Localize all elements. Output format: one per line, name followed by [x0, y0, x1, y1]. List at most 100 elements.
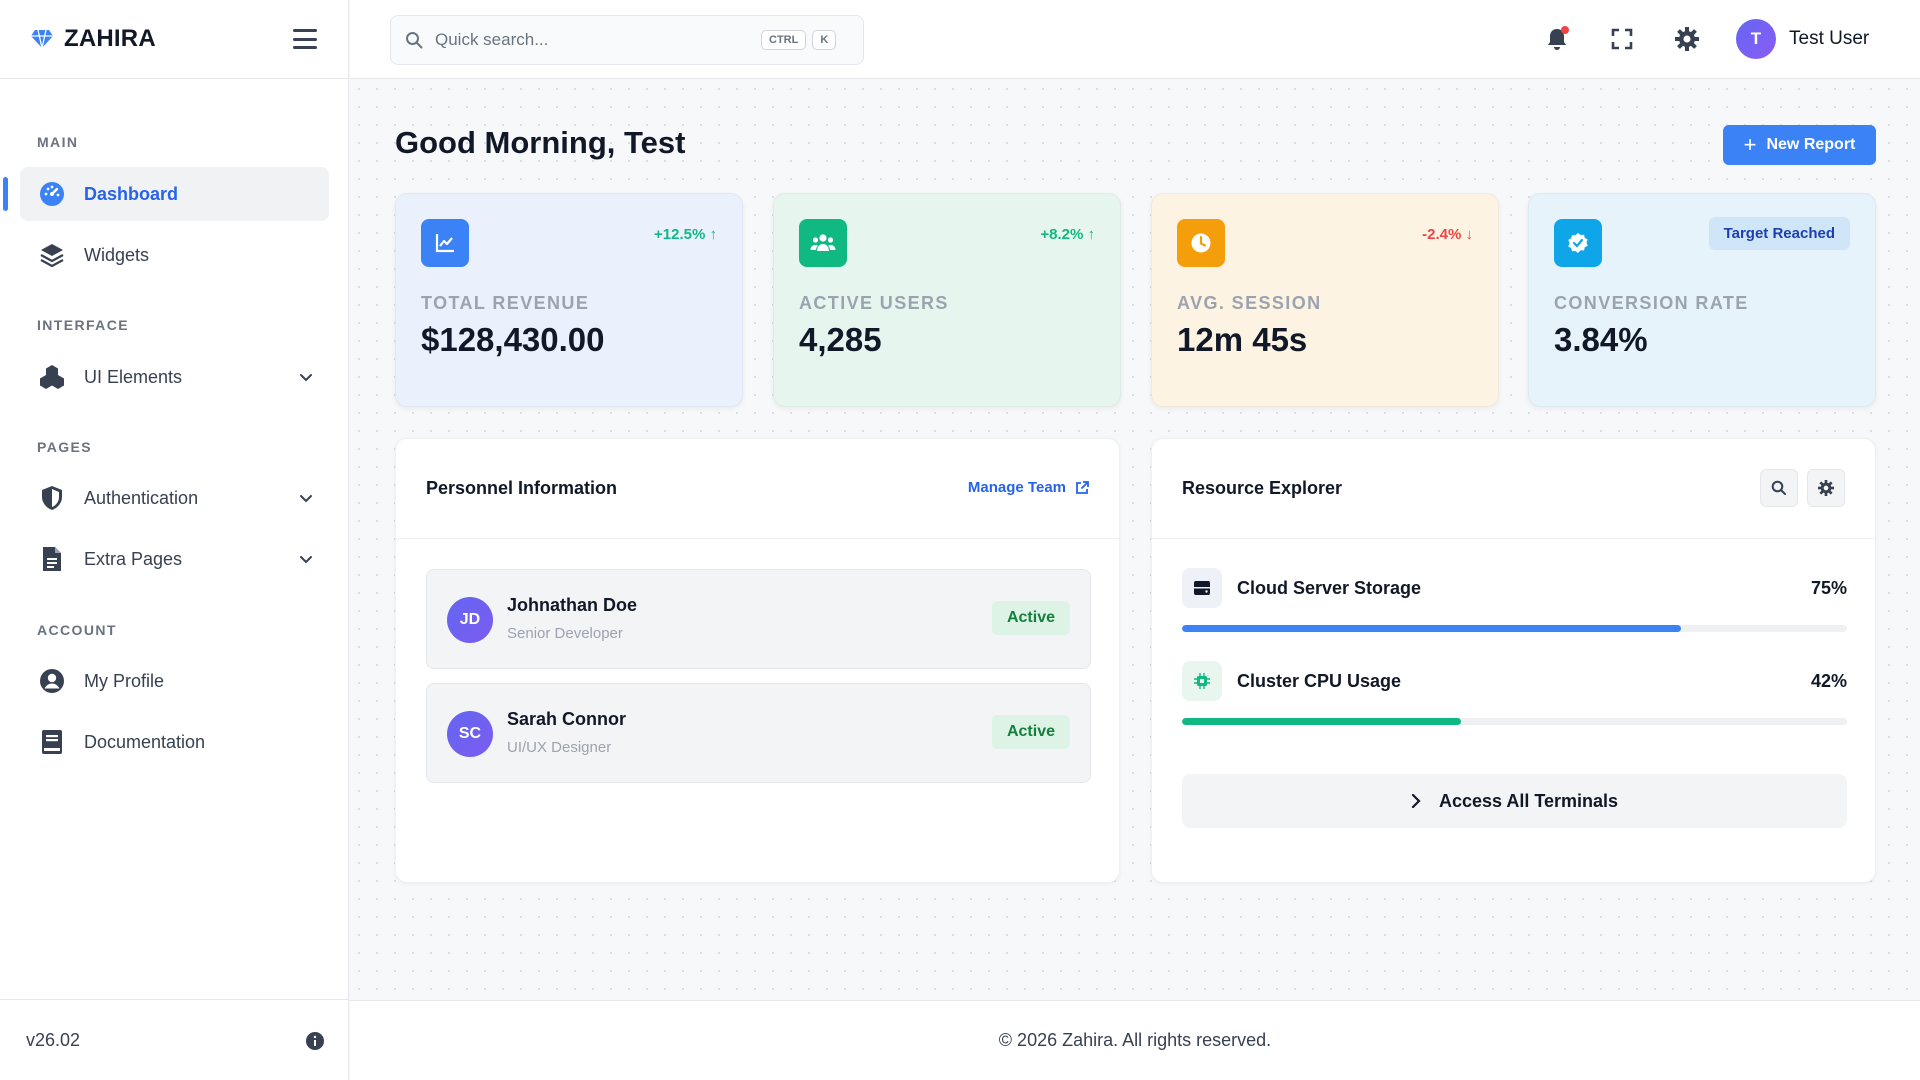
shortcut-ctrl-key: CTRL: [761, 30, 807, 50]
dashboard-gauge-icon: [38, 180, 66, 208]
stat-card-session: -2.4% ↓ AVG. SESSION 12m 45s: [1151, 193, 1499, 407]
file-icon: [38, 545, 66, 573]
user-name: Test User: [1789, 28, 1870, 49]
fullscreen-icon[interactable]: [1607, 24, 1637, 54]
person-role: UI/UX Designer: [507, 739, 612, 756]
new-report-button[interactable]: + New Report: [1723, 125, 1876, 165]
access-terminals-button[interactable]: Access All Terminals: [1182, 774, 1847, 828]
cpu-chip-icon: [1182, 661, 1222, 701]
main-content: Good Morning, Test + New Report +12.5% ↑…: [350, 80, 1920, 1000]
progress-bar: [1182, 718, 1847, 725]
resource-percent: 42%: [1810, 671, 1847, 691]
chart-line-icon: [421, 219, 469, 267]
page-footer: © 2026 Zahira. All rights reserved.: [350, 1000, 1920, 1080]
stat-card-users: +8.2% ↑ ACTIVE USERS 4,285: [773, 193, 1121, 407]
user-menu[interactable]: T Test User: [1736, 19, 1869, 59]
sidebar-item-label: Widgets: [84, 244, 150, 265]
sidebar-item-authentication[interactable]: Authentication: [20, 471, 329, 525]
user-circle-icon: [38, 667, 66, 695]
person-role: Senior Developer: [507, 625, 623, 642]
page-title: Good Morning, Test: [395, 125, 686, 160]
sidebar-item-label: Dashboard: [84, 183, 179, 204]
list-item[interactable]: JD Johnathan Doe Senior Developer Active: [426, 569, 1091, 669]
plus-icon: +: [1743, 132, 1757, 157]
sidebar-item-my-profile[interactable]: My Profile: [20, 654, 329, 708]
sidebar-item-label: Extra Pages: [84, 548, 183, 569]
sidebar-item-label: UI Elements: [84, 366, 183, 387]
search-box[interactable]: CTRL K: [390, 15, 864, 65]
stat-value: $128,430.00: [421, 321, 605, 358]
chevron-down-icon: [300, 374, 312, 382]
trend-indicator: +8.2% ↑: [1040, 226, 1095, 243]
avatar: SC: [447, 711, 493, 757]
card-title: Resource Explorer: [1182, 478, 1343, 498]
copyright-text: © 2026 Zahira. All rights reserved.: [998, 1030, 1272, 1050]
stat-card-conversion: Target Reached CONVERSION RATE 3.84%: [1528, 193, 1876, 407]
topbar: CTRL K T Test User: [350, 0, 1920, 79]
person-name: Johnathan Doe: [507, 595, 638, 615]
status-badge: Active: [991, 715, 1070, 749]
stat-label: ACTIVE USERS: [799, 293, 949, 313]
person-name: Sarah Connor: [507, 709, 627, 729]
list-item[interactable]: SC Sarah Connor UI/UX Designer Active: [426, 683, 1091, 783]
stat-value: 12m 45s: [1177, 321, 1308, 358]
resource-percent: 75%: [1810, 578, 1847, 598]
menu-toggle-icon[interactable]: [291, 26, 319, 52]
stat-value: 3.84%: [1554, 321, 1648, 358]
check-badge-icon: [1554, 219, 1602, 267]
chevron-right-icon: [1411, 794, 1421, 808]
access-terminals-label: Access All Terminals: [1438, 790, 1619, 811]
card-header: Personnel Information Manage Team: [396, 439, 1119, 539]
info-icon[interactable]: [305, 1031, 325, 1051]
search-icon: [406, 32, 423, 49]
manage-team-link[interactable]: Manage Team: [968, 479, 1089, 496]
resource-row-cpu: Cluster CPU Usage 42%: [1182, 661, 1847, 701]
resource-name: Cloud Server Storage: [1237, 578, 1422, 598]
stat-label: AVG. SESSION: [1177, 293, 1322, 313]
nav-section-interface: INTERFACE: [37, 317, 129, 333]
avatar: JD: [447, 597, 493, 643]
card-title: Personnel Information: [426, 478, 618, 498]
trend-indicator: -2.4% ↓: [1422, 226, 1473, 243]
nav-section-pages: PAGES: [37, 439, 92, 455]
stat-label: CONVERSION RATE: [1554, 293, 1749, 313]
resource-name: Cluster CPU Usage: [1237, 671, 1402, 691]
book-icon: [38, 728, 66, 756]
search-input[interactable]: [435, 30, 755, 50]
nav-section-account: ACCOUNT: [37, 622, 117, 638]
status-badge: Active: [991, 601, 1070, 635]
sidebar-item-extra-pages[interactable]: Extra Pages: [20, 532, 329, 586]
sidebar-item-widgets[interactable]: Widgets: [20, 228, 329, 282]
clock-icon: [1177, 219, 1225, 267]
shortcut-k-key: K: [812, 30, 837, 50]
sidebar-item-ui-elements[interactable]: UI Elements: [20, 350, 329, 404]
nav-section-main: MAIN: [37, 134, 79, 150]
progress-fill: [1182, 625, 1681, 632]
sidebar-item-dashboard[interactable]: Dashboard: [20, 167, 329, 221]
avatar: T: [1736, 19, 1776, 59]
stat-label: TOTAL REVENUE: [421, 293, 590, 313]
server-icon: [1182, 568, 1222, 608]
settings-button[interactable]: [1807, 469, 1845, 507]
chevron-down-icon: [300, 556, 312, 564]
progress-bar: [1182, 625, 1847, 632]
status-badge: Target Reached: [1708, 217, 1850, 250]
brand-name: ZAHIRA: [64, 25, 156, 52]
sidebar-footer: v26.02: [0, 999, 349, 1080]
settings-gear-icon[interactable]: [1672, 24, 1702, 54]
sidebar: ZAHIRA MAIN Dashboard Widgets INTERFACE …: [0, 0, 349, 1080]
active-indicator: [3, 177, 8, 211]
resource-row-storage: Cloud Server Storage 75%: [1182, 568, 1847, 608]
shield-icon: [38, 484, 66, 512]
sidebar-item-documentation[interactable]: Documentation: [20, 715, 329, 769]
search-button[interactable]: [1760, 469, 1798, 507]
external-link-icon: [1076, 480, 1089, 494]
chevron-down-icon: [300, 495, 312, 503]
sidebar-item-label: My Profile: [84, 670, 165, 691]
app-version: v26.02: [26, 1029, 81, 1050]
stat-value: 4,285: [799, 321, 882, 358]
sidebar-item-label: Authentication: [84, 487, 199, 508]
notifications-bell-icon[interactable]: [1542, 24, 1572, 54]
new-report-label: New Report: [1766, 136, 1856, 153]
notification-dot: [1561, 26, 1569, 34]
